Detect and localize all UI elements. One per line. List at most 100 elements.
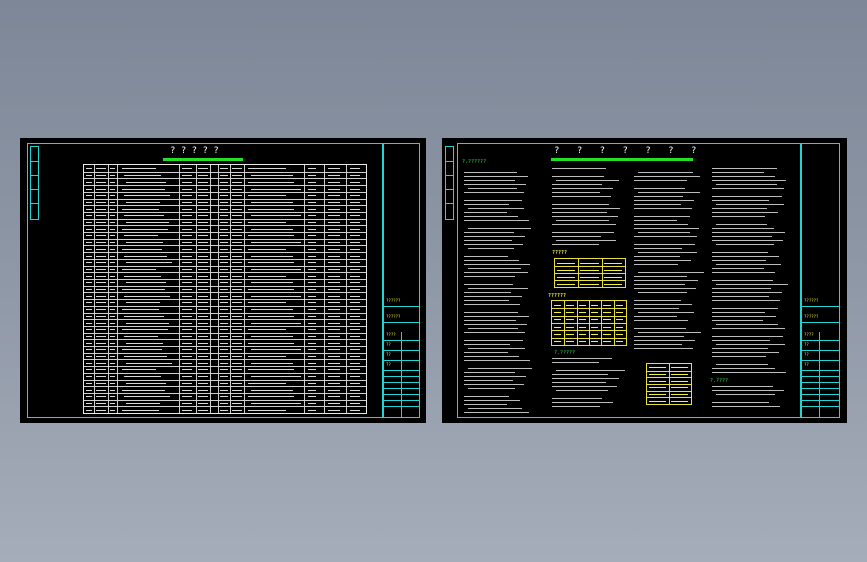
table-cell: [350, 195, 360, 197]
table-cell: [220, 315, 228, 317]
table-cell: [182, 322, 192, 324]
table-cell: [328, 402, 340, 404]
note-line: [716, 244, 774, 245]
table-cell: [248, 275, 286, 277]
table-cell: [86, 175, 92, 177]
note-line: [712, 188, 784, 189]
note-line: [552, 362, 599, 363]
spec-cell: [578, 334, 586, 335]
table-cell: [96, 389, 106, 391]
note-line: [712, 208, 767, 209]
note-line: [712, 312, 765, 313]
table-cell: [198, 376, 208, 378]
table-cell: [232, 329, 242, 331]
table-cell: [96, 248, 106, 250]
table-cell: [308, 222, 316, 223]
table-cell: [350, 268, 360, 270]
note-line: [712, 336, 783, 337]
table-cell: [350, 222, 360, 223]
table-cell: [328, 302, 340, 304]
table-cell: [251, 402, 301, 404]
table-cell: [328, 255, 340, 257]
table-cell: [308, 376, 316, 378]
table-cell: [308, 282, 316, 284]
table-cell: [96, 376, 106, 378]
title-block-line: [801, 340, 839, 341]
table-cell: [220, 362, 228, 364]
table-cell: [198, 369, 208, 371]
table-cell: [124, 315, 164, 317]
table-cell: [328, 275, 340, 277]
spec-cell: [554, 326, 562, 328]
table-cell: [198, 181, 208, 183]
note-line: [712, 196, 782, 197]
table-cell: [220, 215, 228, 217]
section-heading-1: ?.??????: [462, 159, 487, 165]
table-cell: [182, 382, 192, 384]
table-cell: [220, 409, 228, 411]
table-cell: [328, 396, 340, 398]
table-cell: [220, 309, 228, 311]
note-line: [712, 328, 785, 329]
table-cell: [220, 376, 228, 378]
table-cell: [110, 302, 115, 304]
spec-cell: [671, 394, 688, 395]
note-line: [712, 228, 774, 229]
table-cell: [308, 389, 316, 391]
table-cell: [308, 349, 316, 351]
table-cell: [198, 302, 208, 304]
title-block-label: ??: [804, 352, 809, 357]
table-cell: [232, 195, 242, 197]
note-line: [464, 232, 514, 233]
drawing-sheet-right[interactable]: ? ? ? ? ? ? ? ?.?????? ?.????? ?.???? ??…: [442, 138, 847, 423]
table-cell: [96, 342, 106, 344]
table-cell: [182, 195, 192, 197]
title-block-line: [383, 306, 419, 307]
note-line: [552, 382, 606, 383]
table-cell: [328, 315, 340, 317]
spec-cell: [578, 304, 586, 306]
section-heading-2: ?.?????: [554, 350, 576, 356]
table-cell: [308, 201, 316, 203]
note-line: [464, 236, 525, 237]
table-cell: [182, 356, 192, 357]
note-line: [638, 312, 694, 313]
table-cell: [86, 402, 92, 404]
spec-cell: [580, 262, 599, 264]
spec-cell: [578, 319, 586, 321]
note-line: [556, 220, 609, 221]
table-col-line: [108, 165, 109, 413]
table-cell: [328, 201, 340, 203]
note-line: [634, 340, 695, 341]
table-cell: [86, 329, 92, 331]
table-cell: [308, 302, 316, 304]
table-cell: [232, 175, 242, 177]
table-cell: [308, 356, 316, 357]
title-block-label: ??: [386, 362, 391, 367]
spec-col-line: [564, 301, 566, 345]
note-line: [464, 216, 518, 217]
table-cell: [122, 168, 156, 170]
note-line: [716, 184, 777, 185]
table-cell: [182, 362, 192, 364]
drawing-sheet-left[interactable]: ? ? ? ? ? ??????????????????????: [20, 138, 426, 423]
table-cell: [232, 228, 242, 230]
table-cell: [232, 309, 242, 311]
table-cell: [251, 389, 293, 391]
spec-cell: [591, 312, 599, 313]
spec-cell: [578, 312, 586, 313]
table-cell: [86, 222, 92, 223]
spec-cell: [566, 334, 574, 335]
table-cell: [232, 255, 242, 257]
note-line: [468, 248, 514, 249]
spec-cell: [554, 312, 562, 313]
table-cell: [328, 409, 340, 411]
title-underline: [163, 158, 243, 161]
table-cell: [220, 242, 228, 244]
table-cell: [182, 242, 192, 244]
spec-cell: [649, 387, 666, 389]
table-cell: [308, 168, 316, 170]
table-cell: [96, 188, 106, 190]
note-line: [552, 358, 612, 359]
table-cell: [198, 215, 208, 217]
